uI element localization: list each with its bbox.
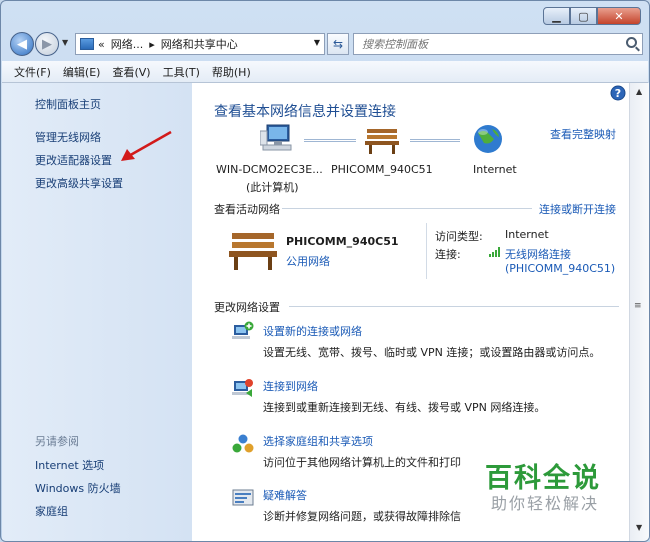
address-bar[interactable]: « 网络... ▸ 网络和共享中心 ▼ (75, 33, 325, 55)
globe-icon (474, 125, 502, 153)
task-connect-network-desc: 连接到或重新连接到无线、有线、拨号或 VPN 网络连接。 (263, 401, 546, 414)
task-setup-connection-desc: 设置无线、宽带、拨号、临时或 VPN 连接；或设置路由器或访问点。 (263, 346, 601, 359)
menu-view[interactable]: 查看(V) (112, 64, 150, 80)
vertical-scrollbar[interactable]: ▲ ≡ ▼ (629, 83, 649, 541)
menu-edit[interactable]: 编辑(E) (63, 64, 101, 80)
caption-buttons: ▁ ▢ ✕ (543, 7, 641, 25)
map-connection-line-2 (410, 139, 460, 142)
breadcrumb-sharing-center[interactable]: 网络和共享中心 (161, 36, 238, 52)
wifi-signal-icon (489, 247, 500, 257)
sidebar-advanced-sharing[interactable]: 更改高级共享设置 (35, 175, 123, 191)
info-divider (426, 223, 427, 279)
change-settings-heading: 更改网络设置 (214, 301, 280, 314)
wireless-connection-link[interactable]: 无线网络连接 (505, 246, 571, 262)
active-networks-heading: 查看活动网络 (214, 203, 280, 216)
view-full-map-link[interactable]: 查看完整映射 (550, 126, 616, 142)
see-also-heading: 另请参阅 (35, 435, 79, 448)
task-troubleshoot-desc: 诊断并修复网络问题，或获得故障排除信 (263, 510, 461, 523)
see-also-internet-options[interactable]: Internet 选项 (35, 457, 104, 473)
breadcrumb-overflow[interactable]: « (98, 38, 105, 51)
see-also-homegroup[interactable]: 家庭组 (35, 503, 68, 519)
network-type-link[interactable]: 公用网络 (286, 253, 330, 269)
task-connect-network-link[interactable]: 连接到网络 (263, 378, 318, 394)
map-internet-name: Internet (473, 163, 517, 176)
bench-large-icon (229, 233, 277, 270)
menu-help[interactable]: 帮助(H) (212, 64, 251, 80)
wireless-ssid-link[interactable]: (PHICOMM_940C51) (505, 262, 615, 275)
maximize-button[interactable]: ▢ (570, 7, 597, 25)
search-icon[interactable] (626, 37, 637, 48)
scroll-down-arrow-icon[interactable]: ▼ (636, 523, 642, 532)
bench-network-icon (365, 129, 399, 154)
menu-bar: 文件(F) 编辑(E) 查看(V) 工具(T) 帮助(H) (2, 61, 648, 83)
computer-icon (260, 124, 292, 151)
red-arrow-annotation-icon (121, 130, 172, 161)
homegroup-icon (232, 434, 254, 453)
connect-disconnect-link[interactable]: 连接或断开连接 (539, 201, 616, 217)
map-computer-sub: (此计算机) (246, 181, 299, 194)
back-button[interactable]: ◀ (10, 32, 34, 56)
breadcrumb-network[interactable]: 网络... (111, 36, 144, 52)
task-homegroup-desc: 访问位于其他网络计算机上的文件和打印 (263, 456, 461, 469)
network-folder-icon (80, 38, 94, 50)
minimize-button[interactable]: ▁ (543, 7, 570, 25)
control-panel-window: ▁ ▢ ✕ ◀ ▶ ▼ « 网络... ▸ 网络和共享中心 ▼ ⇆ 文件(F) … (0, 0, 650, 542)
navigation-bar: ◀ ▶ ▼ « 网络... ▸ 网络和共享中心 ▼ ⇆ (7, 31, 643, 57)
forward-arrow-icon: ▶ (42, 36, 52, 52)
access-type-value: Internet (505, 228, 549, 241)
breadcrumb-separator[interactable]: ▸ (149, 38, 155, 51)
page-title: 查看基本网络信息并设置连接 (214, 104, 396, 120)
task-homegroup-link[interactable]: 选择家庭组和共享选项 (263, 433, 373, 449)
access-type-label: 访问类型: (435, 230, 483, 243)
sidebar-home-link[interactable]: 控制面板主页 (35, 96, 101, 112)
sidebar-manage-wireless[interactable]: 管理无线网络 (35, 129, 101, 145)
map-network-name: PHICOMM_940C51 (331, 163, 433, 176)
back-arrow-icon: ◀ (17, 36, 27, 52)
divider (282, 208, 532, 209)
active-network-name: PHICOMM_940C51 (286, 235, 399, 248)
task-troubleshoot-link[interactable]: 疑难解答 (263, 487, 307, 503)
watermark-subtitle: 助你轻松解决 (491, 494, 600, 513)
map-connection-line-1 (304, 139, 356, 142)
svg-text:?: ? (615, 87, 621, 100)
refresh-icon: ⇆ (332, 37, 344, 51)
menu-file[interactable]: 文件(F) (14, 64, 51, 80)
help-icon[interactable]: ? (610, 85, 626, 101)
troubleshoot-icon (232, 489, 254, 506)
divider (289, 306, 619, 307)
connection-label: 连接: (435, 248, 461, 261)
refresh-button[interactable]: ⇆ (327, 33, 349, 55)
close-button[interactable]: ✕ (597, 7, 641, 25)
see-also-windows-firewall[interactable]: Windows 防火墙 (35, 480, 121, 496)
map-computer-name: WIN-DCMO2EC3E... (216, 163, 323, 176)
recent-pages-dropdown[interactable]: ▼ (62, 38, 68, 47)
scroll-up-arrow-icon[interactable]: ▲ (636, 87, 642, 96)
connect-network-icon (232, 379, 253, 397)
search-box[interactable] (353, 33, 643, 55)
sidebar-change-adapter[interactable]: 更改适配器设置 (35, 152, 112, 168)
task-setup-connection-link[interactable]: 设置新的连接或网络 (263, 323, 362, 339)
forward-button[interactable]: ▶ (35, 32, 59, 56)
search-input[interactable] (362, 37, 622, 51)
new-connection-icon (232, 321, 254, 339)
scroll-grip-icon[interactable]: ≡ (634, 301, 642, 311)
menu-tools[interactable]: 工具(T) (163, 64, 200, 80)
address-dropdown-icon[interactable]: ▼ (314, 38, 320, 47)
